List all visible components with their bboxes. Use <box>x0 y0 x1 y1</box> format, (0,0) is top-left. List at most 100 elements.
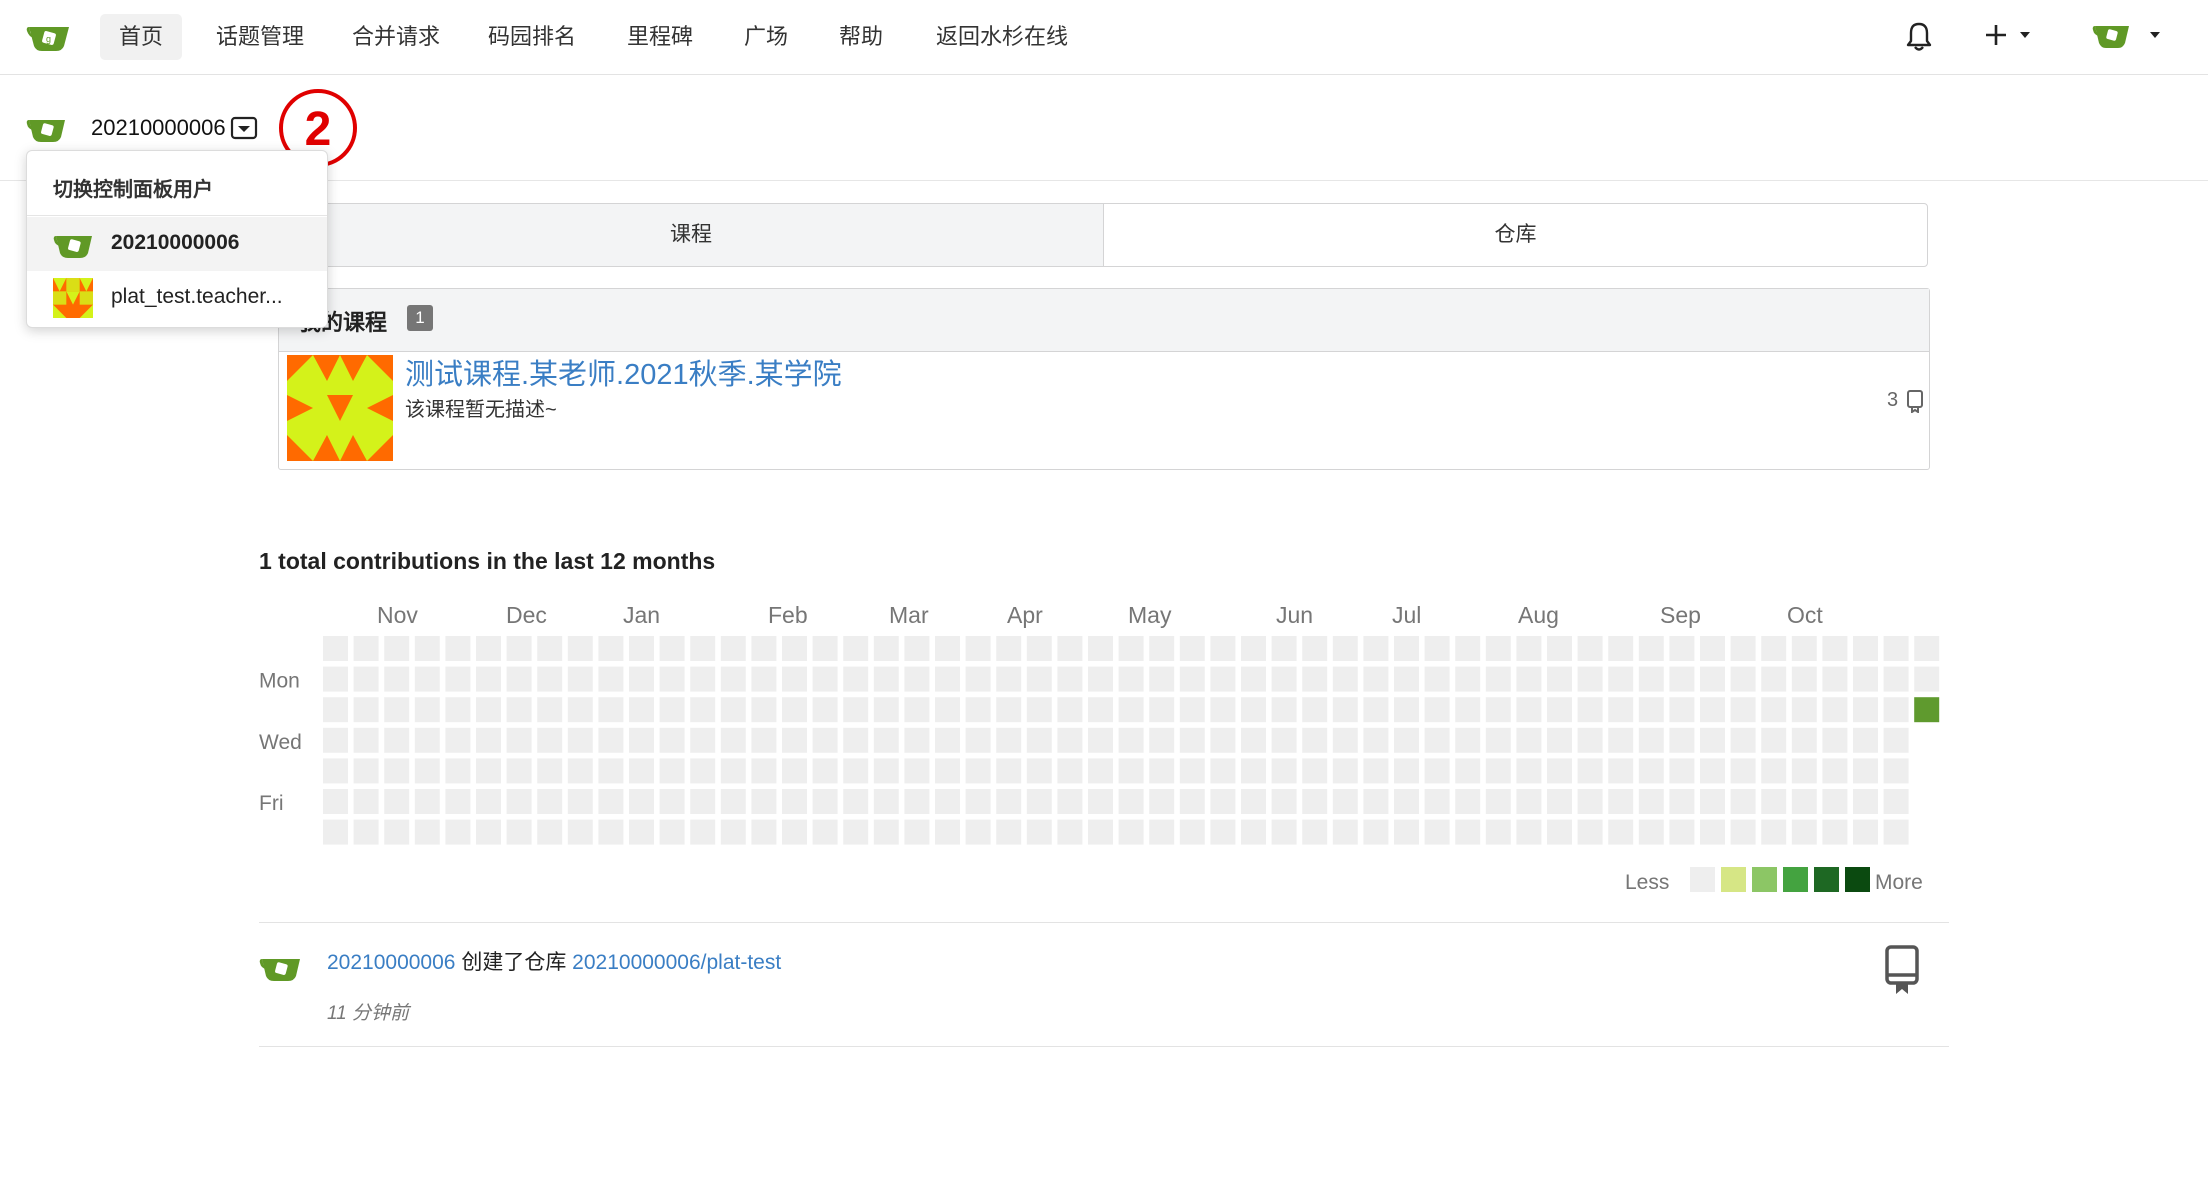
contribution-cell[interactable] <box>1577 819 1603 845</box>
contribution-cell[interactable] <box>1394 697 1419 723</box>
contribution-cell[interactable] <box>1791 789 1817 814</box>
contribution-cell[interactable] <box>1547 666 1572 692</box>
contribution-cell[interactable] <box>1700 819 1725 845</box>
contribution-cell[interactable] <box>1241 789 1266 814</box>
contribution-cell[interactable] <box>873 666 899 692</box>
contribution-cell[interactable] <box>629 789 654 814</box>
contribution-cell[interactable] <box>1179 727 1205 753</box>
nav-help[interactable]: 帮助 <box>820 14 902 60</box>
contribution-cell[interactable] <box>1394 666 1419 692</box>
contribution-cell[interactable] <box>1149 727 1175 753</box>
contribution-cell[interactable] <box>353 727 379 753</box>
contribution-cell[interactable] <box>1332 636 1358 661</box>
contribution-cell[interactable] <box>567 819 593 845</box>
contribution-cell[interactable] <box>1761 758 1787 784</box>
contribution-cell[interactable] <box>1485 697 1511 723</box>
contribution-cell[interactable] <box>1424 758 1450 784</box>
course-title-link[interactable]: 测试课程.某老师.2021秋季.某学院 <box>405 351 842 393</box>
contribution-cell[interactable] <box>1363 727 1389 753</box>
contribution-cell[interactable] <box>1026 636 1052 661</box>
context-username[interactable]: 20210000006 <box>91 112 226 144</box>
create-new-dropdown[interactable] <box>1982 18 2052 52</box>
contribution-cell[interactable] <box>659 789 685 814</box>
contribution-cell[interactable] <box>1302 758 1328 784</box>
contribution-cell[interactable] <box>1547 789 1572 814</box>
contribution-cell[interactable] <box>1210 697 1236 723</box>
contribution-cell[interactable] <box>751 666 777 692</box>
contribution-cell[interactable] <box>1608 727 1634 753</box>
contribution-cell[interactable] <box>1516 727 1542 753</box>
tab-repositories[interactable]: 仓库 <box>1104 204 1927 266</box>
contribution-cell[interactable] <box>1455 636 1481 661</box>
contribution-cell[interactable] <box>690 636 716 661</box>
contribution-cell[interactable] <box>996 758 1022 784</box>
contribution-cell[interactable] <box>1822 666 1848 692</box>
contribution-cell[interactable] <box>476 666 501 692</box>
contribution-cell[interactable] <box>690 727 716 753</box>
contribution-cell[interactable] <box>1822 636 1848 661</box>
contribution-cell[interactable] <box>751 697 777 723</box>
contribution-cell[interactable] <box>1730 789 1756 814</box>
contribution-cell[interactable] <box>629 636 654 661</box>
contribution-cell[interactable] <box>1302 666 1328 692</box>
contribution-cell[interactable] <box>629 697 654 723</box>
nav-back-to-platform[interactable]: 返回水杉在线 <box>917 14 1087 60</box>
contribution-cell[interactable] <box>1149 789 1175 814</box>
contribution-cell[interactable] <box>1363 636 1389 661</box>
contribution-cell[interactable] <box>690 819 716 845</box>
contribution-cell[interactable] <box>476 636 501 661</box>
contribution-cell[interactable] <box>1638 758 1664 784</box>
contribution-cell[interactable] <box>904 819 930 845</box>
contribution-cell[interactable] <box>1791 727 1817 753</box>
contribution-cell[interactable] <box>1210 789 1236 814</box>
contribution-cell[interactable] <box>1761 666 1787 692</box>
contribution-cell[interactable] <box>1241 666 1266 692</box>
contribution-cell[interactable] <box>1088 636 1113 661</box>
contribution-cell[interactable] <box>323 697 348 723</box>
contribution-cell[interactable] <box>1455 758 1481 784</box>
contribution-cell[interactable] <box>445 697 471 723</box>
contribution-cell[interactable] <box>873 789 899 814</box>
contribution-cell[interactable] <box>1088 697 1113 723</box>
contribution-cell[interactable] <box>690 666 716 692</box>
contribution-cell[interactable] <box>873 727 899 753</box>
contribution-cell[interactable] <box>1302 697 1328 723</box>
contribution-cell[interactable] <box>1485 758 1511 784</box>
contribution-cell[interactable] <box>506 819 532 845</box>
contribution-cell[interactable] <box>445 666 471 692</box>
contribution-cell[interactable] <box>1424 666 1450 692</box>
contribution-cell[interactable] <box>414 697 440 723</box>
contribution-cell[interactable] <box>445 758 471 784</box>
contribution-cell[interactable] <box>935 697 960 723</box>
contribution-cell[interactable] <box>690 758 716 784</box>
contribution-cell[interactable] <box>1210 636 1236 661</box>
contribution-cell[interactable] <box>843 819 869 845</box>
contribution-cell[interactable] <box>1088 789 1113 814</box>
contribution-cell[interactable] <box>1485 666 1511 692</box>
contribution-cell[interactable] <box>384 758 410 784</box>
contribution-cell[interactable] <box>323 636 348 661</box>
contribution-cell[interactable] <box>1179 697 1205 723</box>
contribution-cell[interactable] <box>1730 666 1756 692</box>
contribution-cell[interactable] <box>1210 819 1236 845</box>
contribution-cell[interactable] <box>1669 819 1695 845</box>
contribution-cell[interactable] <box>384 789 410 814</box>
contribution-cell[interactable] <box>1149 758 1175 784</box>
contribution-cell[interactable] <box>1455 819 1481 845</box>
contribution-cell[interactable] <box>1118 636 1144 661</box>
contribution-cell[interactable] <box>1271 697 1297 723</box>
contribution-cell[interactable] <box>904 636 930 661</box>
contribution-cell[interactable] <box>1791 819 1817 845</box>
contribution-cell[interactable] <box>751 727 777 753</box>
contribution-cell[interactable] <box>1424 636 1450 661</box>
contribution-cell[interactable] <box>1516 819 1542 845</box>
contribution-cell[interactable] <box>1853 758 1878 784</box>
contribution-cell[interactable] <box>476 758 501 784</box>
contribution-cell[interactable] <box>782 789 807 814</box>
contribution-cell[interactable] <box>1791 636 1817 661</box>
contribution-cell[interactable] <box>1638 727 1664 753</box>
contribution-cell[interactable] <box>812 697 838 723</box>
contribution-cell[interactable] <box>1424 697 1450 723</box>
contribution-cell[interactable] <box>537 636 563 661</box>
contribution-cell[interactable] <box>1638 819 1664 845</box>
